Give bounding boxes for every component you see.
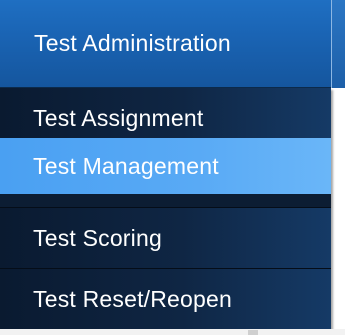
menu-item-label: Test Scoring	[33, 224, 162, 251]
menu-item-label: Test Assignment	[33, 104, 204, 131]
menu-item-label: Test Reset/Reopen	[33, 285, 233, 312]
menu-item-test-reset-reopen[interactable]: Test Reset/Reopen	[0, 269, 331, 329]
page-background-strip	[0, 329, 345, 335]
dropdown-menu: Test Assignment Test Management Test Sco…	[0, 88, 331, 329]
screen: Test Administration Test Assignment Test…	[0, 0, 345, 335]
menu-item-test-scoring[interactable]: Test Scoring	[0, 208, 331, 268]
menu-tab-label: Test Administration	[34, 30, 231, 56]
menu-bar-divider	[331, 0, 345, 88]
menu-item-label: Test Management	[33, 152, 219, 179]
menu-tab-test-administration[interactable]: Test Administration	[0, 0, 331, 88]
menu-item-test-management[interactable]: Test Management	[0, 138, 331, 194]
background-fragment	[248, 330, 258, 335]
